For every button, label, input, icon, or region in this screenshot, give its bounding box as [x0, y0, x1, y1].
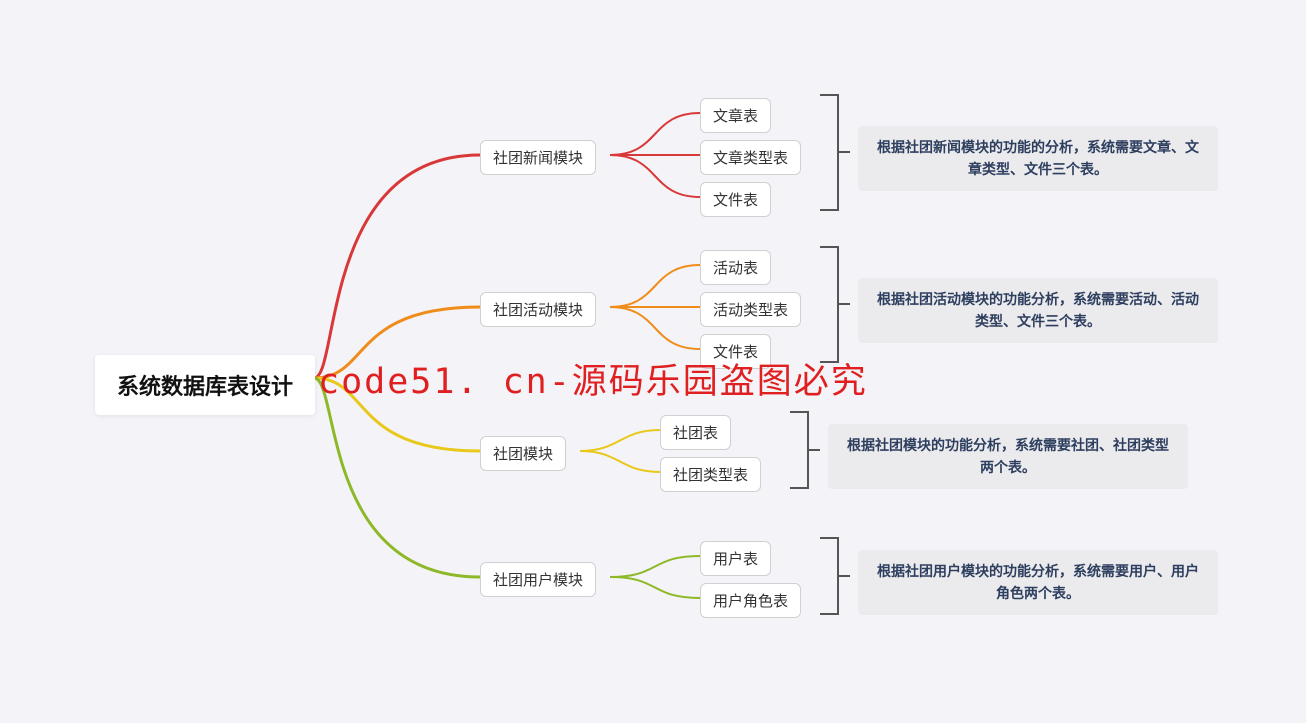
leaf-node[interactable]: 文章类型表 — [700, 140, 801, 175]
leaf-node[interactable]: 社团类型表 — [660, 457, 761, 492]
module-node-news[interactable]: 社团新闻模块 — [480, 140, 596, 175]
root-node[interactable]: 系统数据库表设计 — [95, 355, 315, 415]
module-node-club[interactable]: 社团模块 — [480, 436, 566, 471]
leaf-node[interactable]: 用户表 — [700, 541, 771, 576]
annotation-text: 根据社团活动模块的功能分析，系统需要活动、活动类型、文件三个表。 — [877, 291, 1199, 329]
root-label: 系统数据库表设计 — [117, 374, 293, 399]
leaf-label: 活动表 — [713, 260, 758, 277]
leaf-label: 用户角色表 — [713, 593, 788, 610]
watermark-text: code51. cn-源码乐园盗图必究 — [318, 353, 868, 404]
module-label: 社团活动模块 — [493, 302, 583, 319]
leaf-label: 活动类型表 — [713, 302, 788, 319]
annotation-user: 根据社团用户模块的功能分析，系统需要用户、用户角色两个表。 — [858, 550, 1218, 615]
leaf-label: 用户表 — [713, 551, 758, 568]
annotation-text: 根据社团模块的功能分析，系统需要社团、社团类型两个表。 — [847, 437, 1169, 475]
module-node-user[interactable]: 社团用户模块 — [480, 562, 596, 597]
leaf-node[interactable]: 文章表 — [700, 98, 771, 133]
annotation-text: 根据社团新闻模块的功能的分析，系统需要文章、文章类型、文件三个表。 — [877, 139, 1199, 177]
module-label: 社团新闻模块 — [493, 150, 583, 167]
leaf-label: 文章类型表 — [713, 150, 788, 167]
module-node-activity[interactable]: 社团活动模块 — [480, 292, 596, 327]
annotation-activity: 根据社团活动模块的功能分析，系统需要活动、活动类型、文件三个表。 — [858, 278, 1218, 343]
leaf-node[interactable]: 文件表 — [700, 182, 771, 217]
annotation-club: 根据社团模块的功能分析，系统需要社团、社团类型两个表。 — [828, 424, 1188, 489]
annotation-news: 根据社团新闻模块的功能的分析，系统需要文章、文章类型、文件三个表。 — [858, 126, 1218, 191]
leaf-label: 社团表 — [673, 425, 718, 442]
leaf-label: 文章表 — [713, 108, 758, 125]
leaf-node[interactable]: 用户角色表 — [700, 583, 801, 618]
leaf-node[interactable]: 活动类型表 — [700, 292, 801, 327]
leaf-node[interactable]: 活动表 — [700, 250, 771, 285]
leaf-label: 文件表 — [713, 192, 758, 209]
module-label: 社团用户模块 — [493, 572, 583, 589]
module-label: 社团模块 — [493, 446, 553, 463]
leaf-node[interactable]: 社团表 — [660, 415, 731, 450]
annotation-text: 根据社团用户模块的功能分析，系统需要用户、用户角色两个表。 — [877, 563, 1199, 601]
leaf-label: 社团类型表 — [673, 467, 748, 484]
